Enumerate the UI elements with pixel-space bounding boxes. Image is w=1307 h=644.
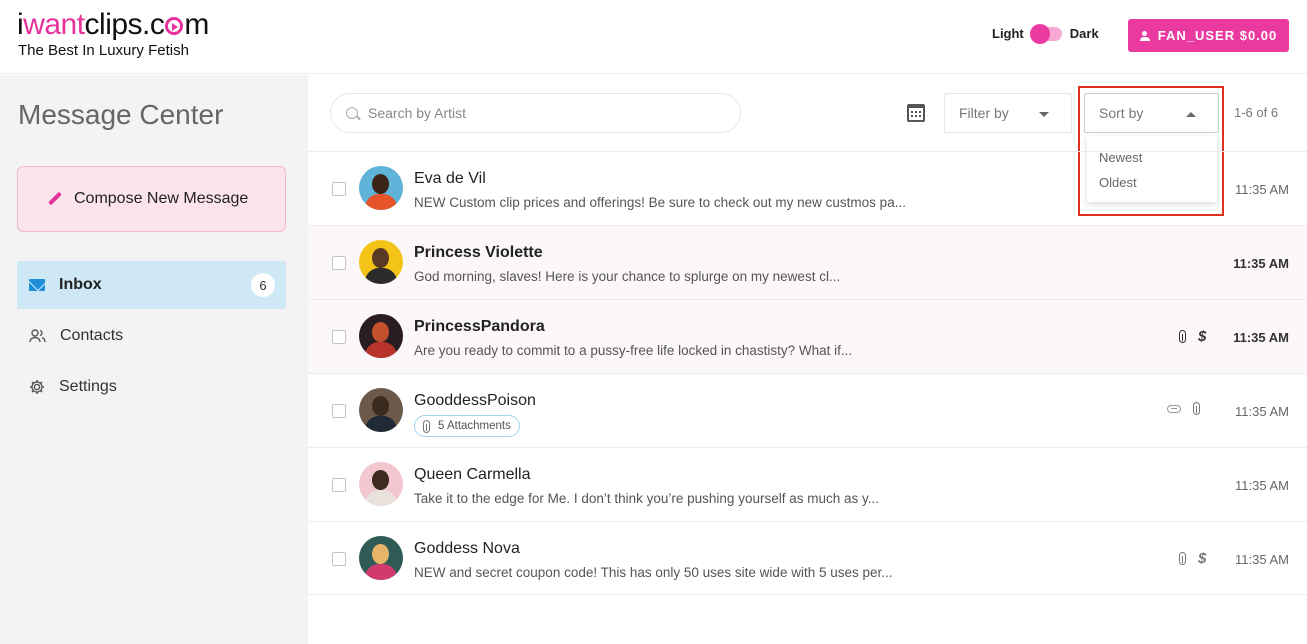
inbox-count-badge: 6: [251, 273, 275, 297]
theme-light-label: Light: [992, 26, 1024, 41]
attachments-label: 5 Attachments: [438, 420, 511, 432]
message-row[interactable]: Queen Carmella Take it to the edge for M…: [308, 447, 1307, 521]
calendar-icon[interactable]: [907, 104, 925, 122]
paperclip-icon: [423, 419, 430, 433]
mail-icon: [29, 279, 45, 291]
page-title: Message Center: [18, 99, 224, 130]
message-time: 11:35 AM: [1235, 404, 1289, 419]
message-time: 11:35 AM: [1235, 552, 1289, 567]
sender-name: GooddessPoison: [414, 392, 536, 409]
row-status-icons: $: [1179, 550, 1206, 567]
filter-label: Filter by: [959, 105, 1009, 121]
message-time: 11:35 AM: [1233, 256, 1289, 271]
theme-switch[interactable]: [1029, 23, 1062, 44]
avatar: [359, 240, 403, 284]
message-row[interactable]: PrincessPandora Are you ready to commit …: [308, 299, 1307, 373]
paperclip-icon: [1179, 552, 1186, 565]
avatar: [359, 536, 403, 580]
caret-down-icon: [1039, 112, 1049, 117]
message-row[interactable]: Princess Violette God morning, slaves! H…: [308, 225, 1307, 299]
sender-name: Queen Carmella: [414, 466, 531, 483]
pagination-count: 1-6 of 6: [1234, 105, 1279, 120]
user-icon: [1139, 30, 1150, 41]
sidebar-item-label: Inbox: [59, 276, 102, 293]
user-button-label: FAN_USER $0.00: [1157, 28, 1278, 43]
pencil-icon: [48, 192, 62, 206]
message-preview: NEW Custom clip prices and offerings! Be…: [414, 195, 906, 210]
row-checkbox[interactable]: [332, 330, 346, 344]
sender-name: Eva de Vil: [414, 170, 486, 187]
site-logo[interactable]: iwantclips.c m: [17, 8, 209, 42]
message-preview: God morning, slaves! Here is your chance…: [414, 269, 841, 284]
compose-button[interactable]: Compose New Message: [17, 166, 286, 232]
sender-name: Goddess Nova: [414, 540, 520, 557]
user-account-button[interactable]: FAN_USER $0.00: [1128, 19, 1289, 52]
message-time: 11:35 AM: [1233, 330, 1289, 345]
switch-knob: [1029, 23, 1050, 44]
site-tagline: The Best In Luxury Fetish: [18, 42, 189, 59]
row-checkbox[interactable]: [332, 256, 346, 270]
row-checkbox[interactable]: [332, 182, 346, 196]
message-time: 11:35 AM: [1235, 478, 1289, 493]
link-icon: [1167, 404, 1181, 413]
avatar: [359, 166, 403, 210]
row-status-icons: $: [1179, 328, 1206, 345]
sidebar-item-settings[interactable]: Settings: [17, 363, 286, 411]
sidebar-item-label: Settings: [59, 378, 117, 395]
avatar: [359, 388, 403, 432]
filter-dropdown[interactable]: Filter by: [944, 93, 1072, 133]
avatar: [359, 314, 403, 358]
search-input[interactable]: Search by Artist: [368, 105, 466, 121]
paperclip-icon: [1193, 402, 1200, 415]
sidebar: Message Center Compose New Message Inbox…: [0, 75, 308, 644]
sender-name: PrincessPandora: [414, 318, 545, 335]
sender-name: Princess Violette: [414, 244, 543, 261]
dollar-icon: $: [1198, 328, 1207, 345]
sidebar-item-label: Contacts: [60, 327, 124, 344]
search-icon: [346, 107, 358, 119]
message-preview: NEW and secret coupon code! This has onl…: [414, 565, 893, 580]
dollar-icon: $: [1198, 550, 1207, 567]
theme-toggle[interactable]: Light Dark: [992, 23, 1099, 44]
row-status-icons: [1167, 402, 1200, 415]
compose-label: Compose New Message: [74, 190, 249, 207]
message-preview: Are you ready to commit to a pussy-free …: [414, 343, 853, 358]
sidebar-item-contacts[interactable]: Contacts: [17, 312, 286, 360]
sidebar-item-inbox[interactable]: Inbox 6: [17, 261, 286, 309]
contacts-icon: [29, 329, 46, 343]
message-preview: Take it to the edge for Me. I don’t thin…: [414, 491, 879, 506]
logo-play-icon: [165, 17, 184, 35]
row-checkbox[interactable]: [332, 404, 346, 418]
search-bar[interactable]: Search by Artist: [330, 93, 741, 133]
row-checkbox[interactable]: [332, 552, 346, 566]
message-time: 11:35 AM: [1235, 182, 1289, 197]
row-checkbox[interactable]: [332, 478, 346, 492]
top-header: iwantclips.c m The Best In Luxury Fetish …: [0, 0, 1307, 74]
theme-dark-label: Dark: [1069, 26, 1099, 41]
gear-icon: [30, 380, 44, 394]
avatar: [359, 462, 403, 506]
message-row[interactable]: Goddess Nova NEW and secret coupon code!…: [308, 521, 1307, 595]
paperclip-icon: [1179, 330, 1186, 343]
message-row[interactable]: Eva de Vil NEW Custom clip prices and of…: [308, 151, 1307, 225]
attachments-chip[interactable]: 5 Attachments: [414, 415, 520, 437]
message-row[interactable]: GooddessPoison 5 Attachments 11:35 AM: [308, 373, 1307, 447]
